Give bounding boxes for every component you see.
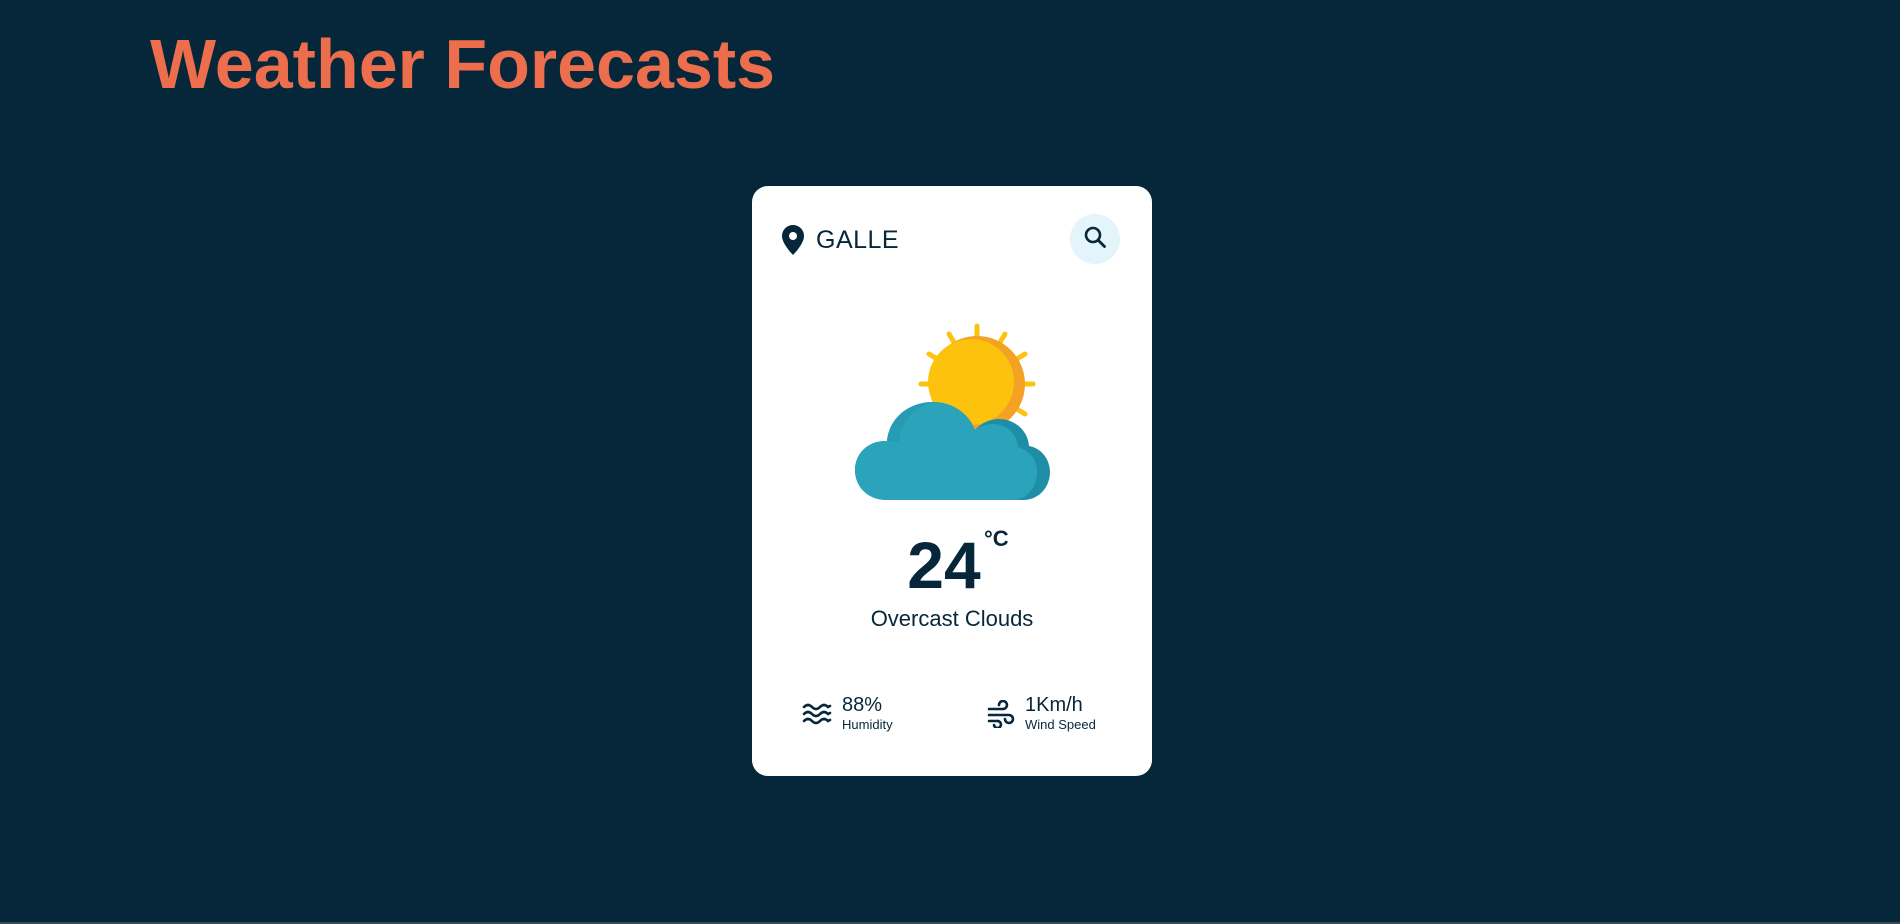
temperature-value: 24 — [907, 528, 981, 602]
location-name: GALLE — [816, 225, 900, 254]
search-icon — [1083, 225, 1107, 254]
search-button[interactable] — [1070, 214, 1120, 264]
wind-icon — [987, 700, 1015, 728]
humidity-label: Humidity — [842, 717, 893, 732]
temperature: 24 °C — [752, 526, 1152, 602]
wind-speed-value: 1Km/h — [1025, 694, 1083, 716]
humidity-value: 88% — [842, 694, 883, 716]
wind-stat: 1Km/h Wind Speed — [987, 692, 1096, 736]
wind-speed-label: Wind Speed — [1025, 717, 1096, 732]
weather-card: GALLE 24 °C Overcast Clouds 88% Humidity… — [752, 186, 1152, 776]
map-pin-icon — [782, 225, 804, 255]
location: GALLE — [782, 222, 899, 258]
temperature-unit: °C — [984, 526, 1009, 551]
partly-cloudy-icon — [847, 320, 1057, 500]
weather-condition: Overcast Clouds — [870, 606, 1034, 631]
page-title: Weather Forecasts — [150, 25, 776, 103]
waves-icon — [802, 702, 832, 726]
humidity-stat: 88% Humidity — [802, 692, 893, 736]
